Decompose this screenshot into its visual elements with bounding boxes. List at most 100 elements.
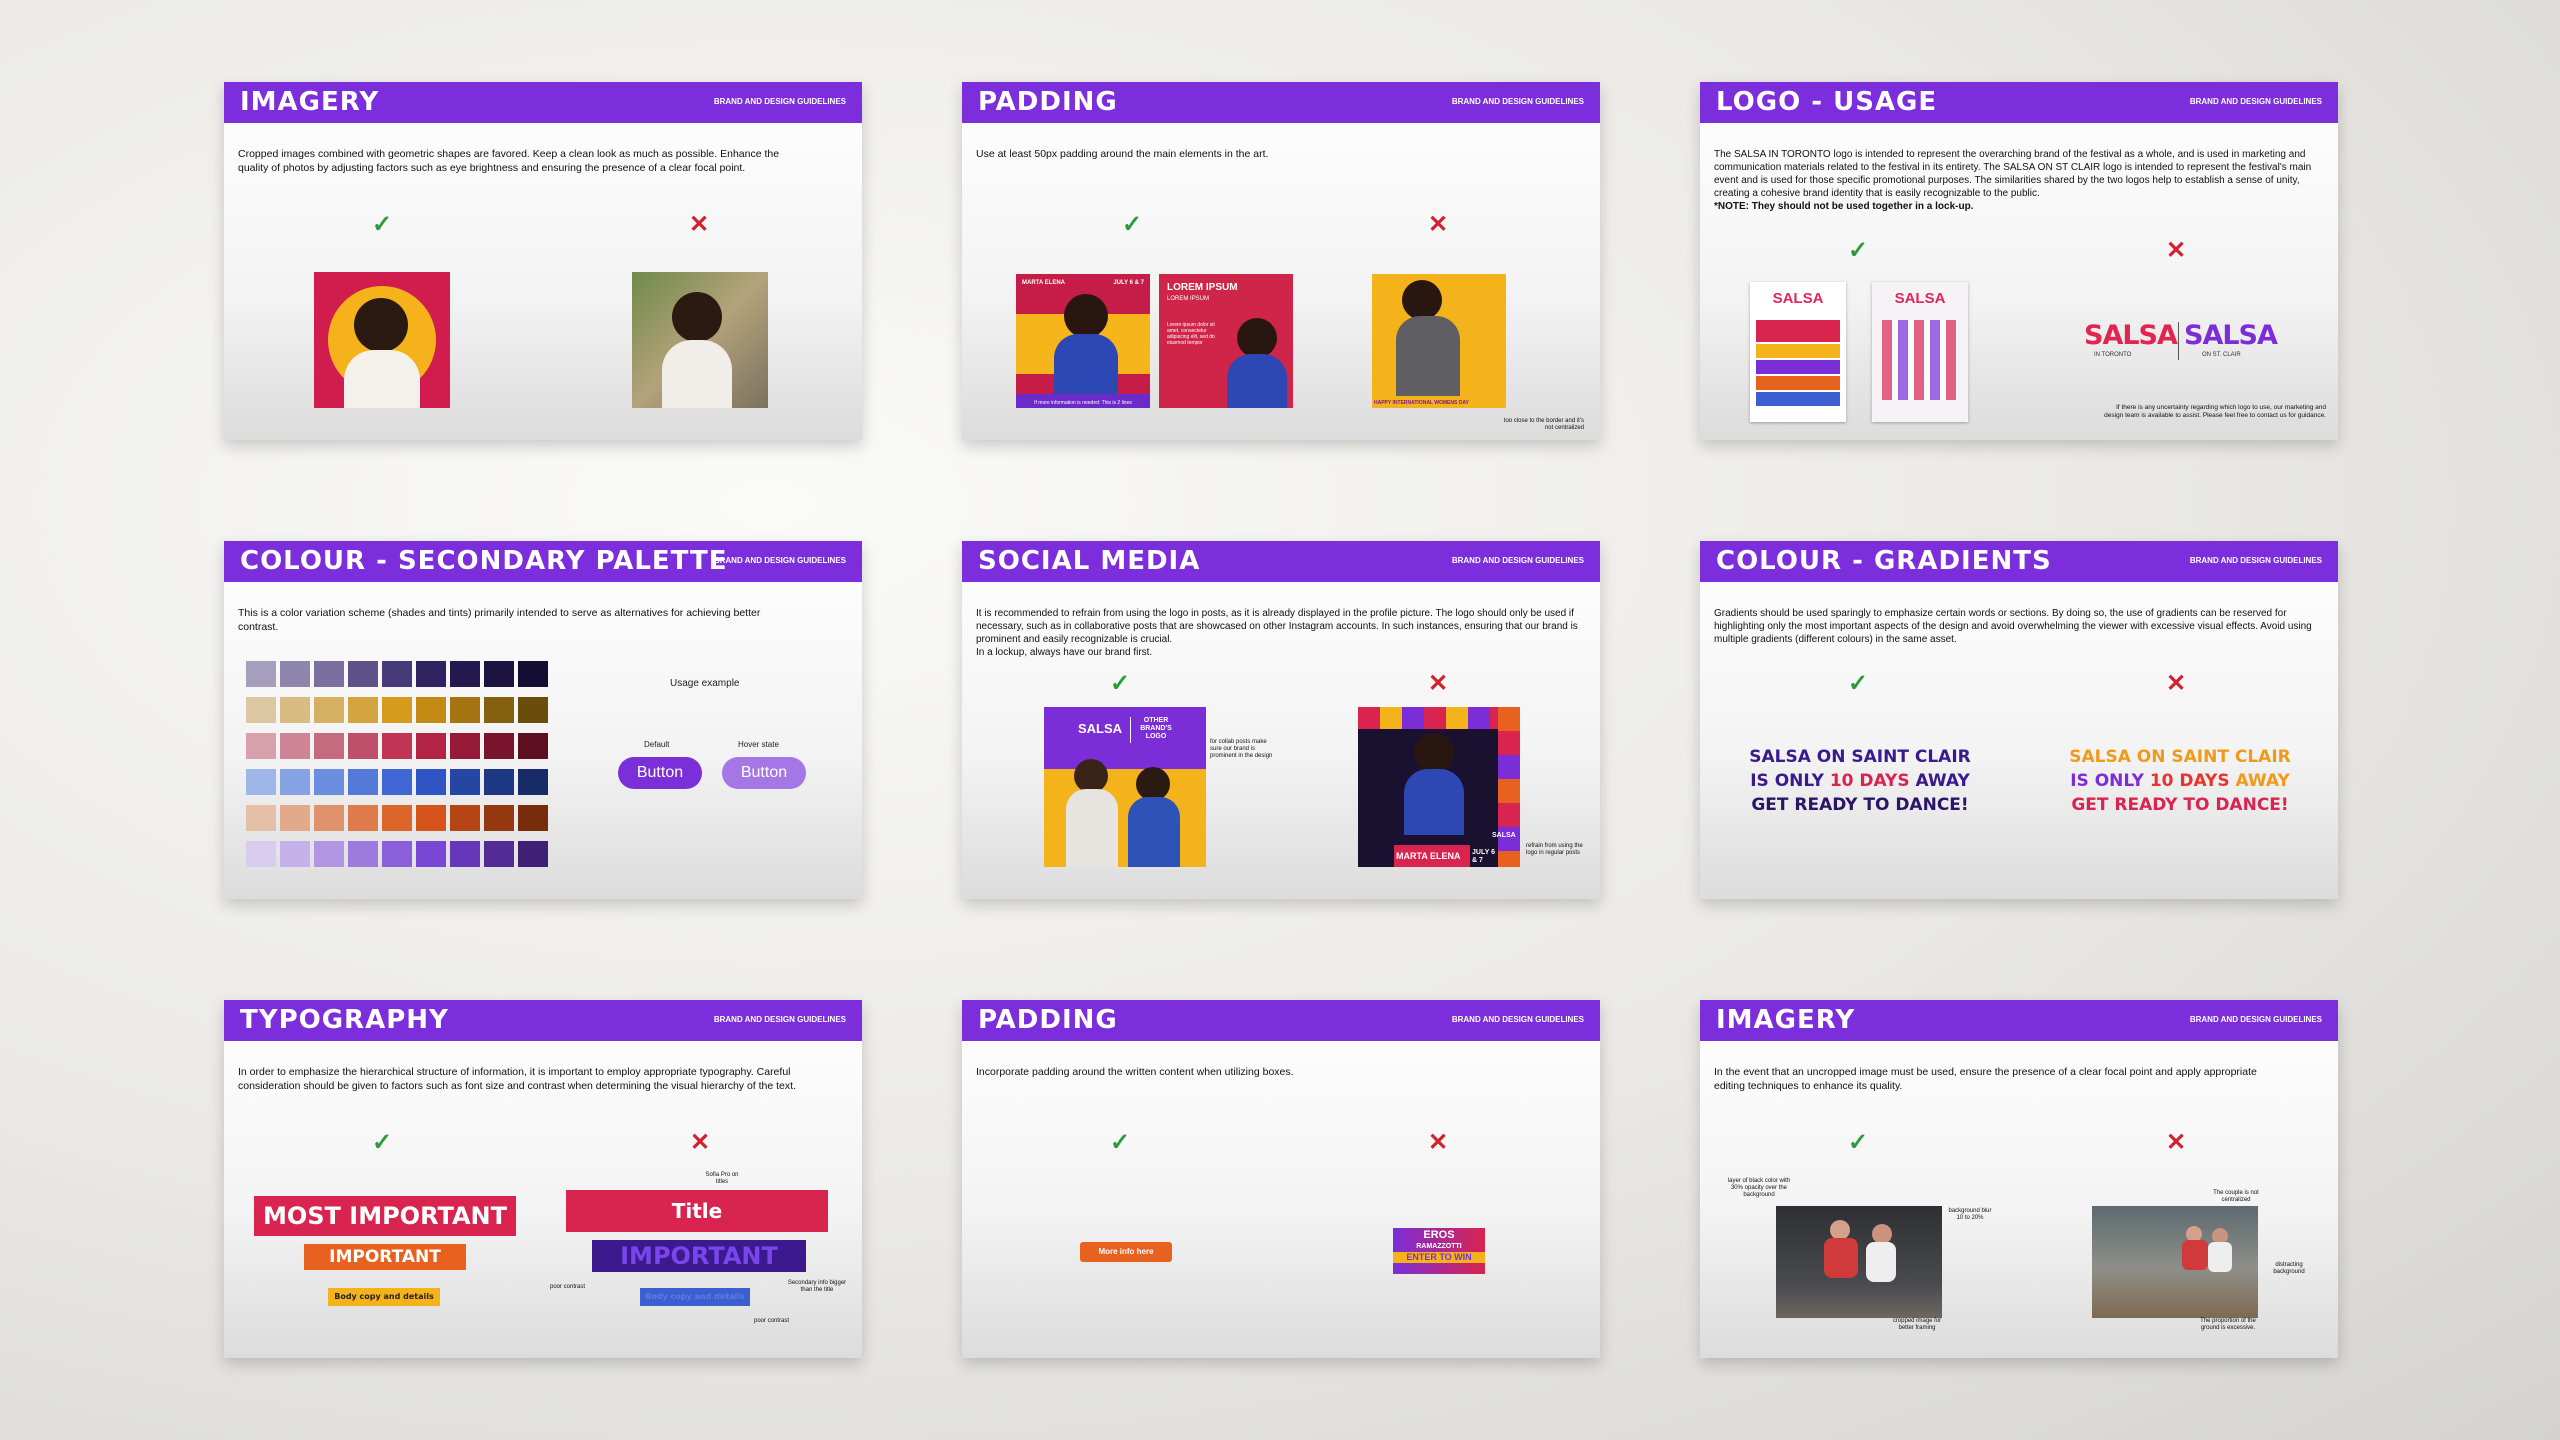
usage-example-label: Usage example [670, 678, 740, 689]
bad-uncropped-photo [632, 272, 768, 408]
palette-swatch [280, 769, 310, 795]
poster-subtitle: LOREM IPSUM [1167, 296, 1210, 302]
palette-swatch [246, 805, 276, 831]
palette-swatch [246, 697, 276, 723]
child-dress [344, 350, 420, 408]
default-button-example[interactable]: Button [618, 757, 702, 789]
palette-swatch [246, 769, 276, 795]
palette-swatch [246, 661, 276, 687]
woman-body [1396, 316, 1460, 396]
good-poster-festival: SALSA [1750, 282, 1846, 422]
default-label: Default [644, 740, 670, 749]
palette-swatch [518, 697, 548, 723]
bad-dance-photo [2092, 1206, 2258, 1318]
slide-header: PADDING BRAND AND DESIGN GUIDELINES [962, 1000, 1600, 1041]
slide-description: In order to emphasize the hierarchical s… [238, 1066, 796, 1092]
palette-swatch [348, 697, 378, 723]
brand-tag: BRAND AND DESIGN GUIDELINES [713, 1015, 846, 1024]
palette-swatch [518, 661, 548, 687]
bad-poster: HAPPY INTERNATIONAL WOMENS DAY [1372, 274, 1506, 408]
good-poster-event: SALSA [1872, 282, 1968, 422]
palette-swatch [450, 733, 480, 759]
palette-swatch [314, 841, 344, 867]
palette-swatch [314, 805, 344, 831]
annotation-note: Secondary info bigger than the title [787, 1280, 847, 1293]
slide-description: The SALSA IN TORONTO logo is intended to… [1714, 149, 2312, 212]
post-name: MARTA ELENA [1396, 851, 1461, 861]
bad-title: Title [566, 1190, 828, 1232]
slide-header: COLOUR - SECONDARY PALETTE BRAND AND DES… [224, 541, 862, 582]
bad-important: IMPORTANT [592, 1240, 806, 1272]
palette-swatch [348, 805, 378, 831]
post-date: JULY 6 & 7 [1472, 849, 1495, 864]
palette-swatch [484, 841, 514, 867]
annotation-note: for collab posts make sure our brand is … [1210, 739, 1273, 759]
slide-title: COLOUR - SECONDARY PALETTE [240, 546, 728, 576]
cross-icon: ✕ [688, 211, 710, 238]
palette-swatch [348, 769, 378, 795]
palette-swatch [450, 697, 480, 723]
woman-figure [1136, 767, 1170, 801]
good-padded-button[interactable]: More info here [1080, 1242, 1172, 1262]
palette-grid [246, 661, 556, 873]
palette-swatch [382, 769, 412, 795]
poster-title: LOREM IPSUM [1167, 282, 1238, 293]
palette-swatch [416, 769, 446, 795]
cross-icon: ✕ [1427, 670, 1449, 697]
annotation-note: Sofia Pro on titles [705, 1172, 739, 1185]
palette-swatch [314, 661, 344, 687]
good-dance-photo [1776, 1206, 1942, 1318]
slide-colour-gradients: COLOUR - GRADIENTS BRAND AND DESIGN GUID… [1700, 541, 2338, 899]
palette-swatch [348, 841, 378, 867]
palette-swatch [382, 661, 412, 687]
good-important: IMPORTANT [304, 1244, 466, 1270]
child-dress [662, 340, 732, 408]
palette-swatch [450, 769, 480, 795]
brand-tag: BRAND AND DESIGN GUIDELINES [1451, 1015, 1584, 1024]
palette-swatch [314, 733, 344, 759]
slide-title: TYPOGRAPHY [240, 1005, 449, 1035]
slide-header: IMAGERY BRAND AND DESIGN GUIDELINES [1700, 1000, 2338, 1041]
good-cropped-photo [314, 272, 450, 408]
cross-icon: ✕ [2165, 670, 2187, 697]
poster-date: JULY 6 & 7 [1113, 280, 1144, 286]
slide-logo-usage: LOGO - USAGE BRAND AND DESIGN GUIDELINES… [1700, 82, 2338, 440]
slide-description: Gradients should be used sparingly to em… [1714, 608, 2312, 645]
slide-title: LOGO - USAGE [1716, 87, 1938, 117]
brand-tag: BRAND AND DESIGN GUIDELINES [2189, 1015, 2322, 1024]
dancer-body [1824, 1238, 1858, 1278]
annotation-note: poor contrast [754, 1318, 790, 1324]
palette-swatch [484, 733, 514, 759]
palette-swatch [280, 841, 310, 867]
bad-logo-lockup: SALSA IN TORONTO SALSA ON ST. CLAIR [2084, 320, 2278, 364]
palette-swatch [348, 661, 378, 687]
woman-body [1227, 354, 1287, 408]
palette-swatch [484, 805, 514, 831]
cross-icon: ✕ [2165, 1129, 2187, 1156]
slide-title: PADDING [978, 1005, 1118, 1035]
slide-header: SOCIAL MEDIA BRAND AND DESIGN GUIDELINES [962, 541, 1600, 582]
check-icon: ✓ [1121, 211, 1143, 238]
banner-text: EROS RAMAZZOTTI ENTER TO WIN [1393, 1230, 1485, 1263]
palette-swatch [450, 805, 480, 831]
palette-swatch [518, 841, 548, 867]
woman-body [1128, 797, 1180, 867]
collab-logo-salsa: SALSA [1078, 721, 1123, 736]
palette-swatch [416, 805, 446, 831]
woman-body [1066, 789, 1118, 867]
slide-description: Use at least 50px padding around the mai… [976, 148, 1269, 160]
slide-title: IMAGERY [1716, 1005, 1856, 1035]
good-gradient-text: SALSA ON SAINT CLAIR IS ONLY 10 DAYS AWA… [1749, 747, 1971, 815]
annotation-note: If there is any uncertainty regarding wh… [2104, 404, 2326, 419]
palette-swatch [518, 805, 548, 831]
logo-subtitle: IN TORONTO [2094, 352, 2132, 358]
brand-tag: BRAND AND DESIGN GUIDELINES [713, 97, 846, 106]
cross-icon: ✕ [1427, 1129, 1449, 1156]
poster-body: Lorem ipsum dolor sit amet, consectetur … [1167, 322, 1215, 346]
annotation-note: distracting background [2273, 1262, 2305, 1275]
hover-button-example[interactable]: Button [722, 757, 806, 789]
collab-other-logo: OTHER BRAND'S LOGO [1140, 717, 1172, 740]
palette-swatch [246, 733, 276, 759]
palette-swatch [484, 697, 514, 723]
check-icon: ✓ [1109, 670, 1131, 697]
